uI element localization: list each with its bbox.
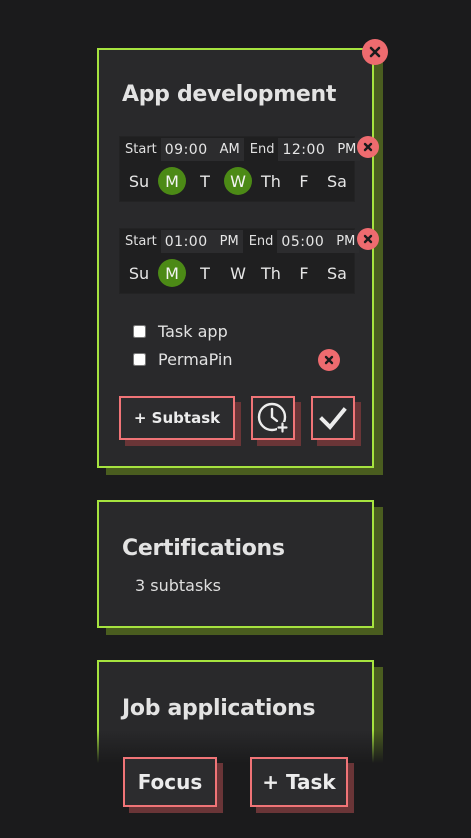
task-title: App development — [122, 82, 337, 107]
start-ampm: AM — [219, 142, 240, 157]
start-ampm: PM — [219, 234, 239, 249]
delete-task-button[interactable] — [362, 39, 388, 65]
end-label: End — [248, 234, 274, 249]
day-wednesday[interactable]: W — [224, 167, 252, 195]
subtask-item[interactable]: Task app — [133, 322, 228, 341]
start-time: 09:00 — [164, 141, 208, 158]
day-sunday[interactable]: Su — [125, 259, 153, 287]
subtask-label: Task app — [158, 322, 228, 341]
delete-schedule-button[interactable] — [357, 136, 379, 158]
start-time-input[interactable]: 09:00 AM — [160, 138, 244, 161]
day-thursday[interactable]: Th — [257, 167, 285, 195]
end-ampm: PM — [336, 234, 356, 249]
focus-button[interactable]: Focus — [123, 757, 217, 807]
days-row: Su M T W Th F Sa — [125, 259, 351, 287]
subtask-count: 3 subtasks — [135, 576, 221, 595]
end-label: End — [249, 142, 275, 157]
day-saturday[interactable]: Sa — [323, 259, 351, 287]
schedule-2: Start 01:00 PM End 05:00 PM Su M T W Th … — [119, 228, 360, 294]
add-task-label: + Task — [262, 770, 336, 794]
end-time: 05:00 — [281, 233, 325, 250]
close-icon — [363, 142, 373, 152]
task-card-certifications[interactable]: Certifications 3 subtasks — [97, 500, 374, 628]
day-tuesday[interactable]: T — [191, 167, 219, 195]
check-icon — [319, 407, 347, 430]
clock-plus-icon — [257, 402, 288, 433]
schedule-time-row: Start 09:00 AM End 12:00 PM — [119, 137, 361, 162]
close-icon — [369, 46, 381, 58]
add-task-button[interactable]: + Task — [250, 757, 348, 807]
start-time: 01:00 — [164, 233, 208, 250]
task-title: Certifications — [122, 536, 285, 561]
schedule-time-row: Start 01:00 PM End 05:00 PM — [119, 229, 360, 254]
delete-subtask-button[interactable] — [318, 349, 340, 371]
subtask-checkbox[interactable] — [133, 325, 146, 338]
close-icon — [324, 355, 334, 365]
schedule-1: Start 09:00 AM End 12:00 PM Su M T W Th … — [119, 136, 361, 202]
add-schedule-button[interactable] — [251, 396, 295, 440]
day-friday[interactable]: F — [290, 167, 318, 195]
subtask-item[interactable]: PermaPin — [133, 350, 233, 369]
close-icon — [363, 234, 373, 244]
start-label: Start — [125, 234, 157, 249]
end-time-input[interactable]: 05:00 PM — [277, 230, 360, 253]
day-monday[interactable]: M — [158, 167, 186, 195]
day-thursday[interactable]: Th — [257, 259, 285, 287]
day-friday[interactable]: F — [290, 259, 318, 287]
add-subtask-label: + Subtask — [133, 409, 221, 427]
scroll-fade — [0, 730, 471, 790]
end-time-input[interactable]: 12:00 PM — [278, 138, 361, 161]
end-time: 12:00 — [282, 141, 326, 158]
subtask-label: PermaPin — [158, 350, 233, 369]
start-label: Start — [125, 142, 157, 157]
add-subtask-button[interactable]: + Subtask — [119, 396, 235, 440]
task-card-app-development[interactable]: App development Start 09:00 AM End 12:00… — [97, 48, 374, 468]
day-tuesday[interactable]: T — [191, 259, 219, 287]
day-saturday[interactable]: Sa — [323, 167, 351, 195]
subtask-checkbox[interactable] — [133, 353, 146, 366]
day-sunday[interactable]: Su — [125, 167, 153, 195]
delete-schedule-button[interactable] — [357, 228, 379, 250]
confirm-button[interactable] — [311, 396, 355, 440]
focus-label: Focus — [137, 770, 203, 794]
day-monday[interactable]: M — [158, 259, 186, 287]
end-ampm: PM — [337, 142, 357, 157]
task-title: Job applications — [122, 696, 316, 721]
start-time-input[interactable]: 01:00 PM — [160, 230, 243, 253]
days-row: Su M T W Th F Sa — [125, 167, 351, 195]
day-wednesday[interactable]: W — [224, 259, 252, 287]
